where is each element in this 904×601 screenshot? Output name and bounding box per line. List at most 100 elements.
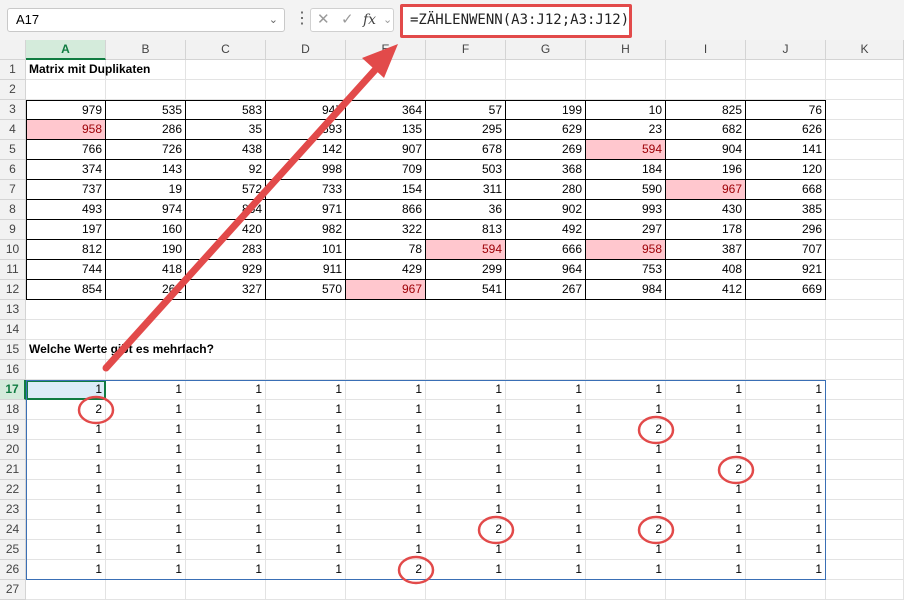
cell[interactable] [826, 280, 904, 300]
count-cell[interactable]: 1 [666, 540, 746, 560]
count-cell[interactable]: 1 [106, 460, 186, 480]
cell[interactable] [426, 360, 506, 380]
matrix-cell[interactable]: 142 [266, 140, 346, 160]
cell[interactable] [826, 340, 904, 360]
cell[interactable] [26, 320, 106, 340]
row-header-9[interactable]: 9 [0, 220, 26, 240]
count-cell[interactable]: 1 [26, 520, 106, 540]
matrix-cell[interactable]: 590 [586, 180, 666, 200]
cancel-icon[interactable]: ✕ [317, 10, 330, 30]
row-header-5[interactable]: 5 [0, 140, 26, 160]
row-header-7[interactable]: 7 [0, 180, 26, 200]
matrix-cell[interactable]: 57 [426, 100, 506, 120]
cell[interactable] [106, 580, 186, 600]
row-header-25[interactable]: 25 [0, 540, 26, 560]
cell[interactable] [746, 360, 826, 380]
matrix-cell[interactable]: 283 [186, 240, 266, 260]
cell[interactable] [666, 60, 746, 80]
cell[interactable] [506, 60, 586, 80]
row-header-16[interactable]: 16 [0, 360, 26, 380]
count-cell[interactable]: 1 [426, 500, 506, 520]
confirm-icon[interactable]: ✓ [341, 10, 354, 30]
matrix-cell[interactable]: 812 [26, 240, 106, 260]
count-cell[interactable]: 1 [186, 520, 266, 540]
cell[interactable] [826, 80, 904, 100]
count-cell[interactable]: 1 [346, 400, 426, 420]
count-cell[interactable]: 1 [106, 440, 186, 460]
row-header-4[interactable]: 4 [0, 120, 26, 140]
cell[interactable] [826, 220, 904, 240]
count-cell[interactable]: 1 [666, 420, 746, 440]
cell[interactable] [746, 580, 826, 600]
count-cell[interactable]: 1 [586, 540, 666, 560]
cell[interactable] [826, 380, 904, 400]
count-cell[interactable]: 1 [186, 420, 266, 440]
matrix-cell[interactable]: 921 [746, 260, 826, 280]
row-header-18[interactable]: 18 [0, 400, 26, 420]
count-cell[interactable]: 1 [186, 560, 266, 580]
matrix-cell[interactable]: 420 [186, 220, 266, 240]
count-cell[interactable]: 1 [746, 560, 826, 580]
matrix-cell[interactable]: 295 [426, 120, 506, 140]
cell[interactable] [26, 80, 106, 100]
cell[interactable] [826, 520, 904, 540]
cell[interactable] [266, 320, 346, 340]
count-cell[interactable]: 2 [586, 520, 666, 540]
chevron-down-icon[interactable]: ⌄ [269, 9, 278, 31]
cell[interactable] [426, 300, 506, 320]
row-header-12[interactable]: 12 [0, 280, 26, 300]
cell[interactable] [106, 300, 186, 320]
matrix-cell[interactable]: 947 [266, 100, 346, 120]
matrix-cell[interactable]: 864 [186, 200, 266, 220]
cell[interactable] [746, 320, 826, 340]
matrix-cell[interactable]: 36 [426, 200, 506, 220]
matrix-cell[interactable]: 583 [186, 100, 266, 120]
count-cell[interactable]: 1 [506, 480, 586, 500]
column-header-b[interactable]: B [106, 40, 186, 60]
cell[interactable] [826, 460, 904, 480]
cell[interactable] [586, 60, 666, 80]
count-cell[interactable]: 1 [346, 380, 426, 400]
count-cell[interactable]: 1 [346, 500, 426, 520]
row-header-24[interactable]: 24 [0, 520, 26, 540]
count-cell[interactable]: 1 [586, 400, 666, 420]
matrix-cell[interactable]: 993 [586, 200, 666, 220]
row-header-8[interactable]: 8 [0, 200, 26, 220]
matrix-cell[interactable]: 141 [746, 140, 826, 160]
matrix-cell[interactable]: 958 [586, 240, 666, 260]
count-cell[interactable]: 1 [106, 500, 186, 520]
count-cell[interactable]: 1 [106, 480, 186, 500]
matrix-cell[interactable]: 10 [586, 100, 666, 120]
count-cell[interactable]: 1 [426, 380, 506, 400]
cell[interactable] [586, 80, 666, 100]
count-cell[interactable]: 2 [426, 520, 506, 540]
matrix-cell[interactable]: 907 [346, 140, 426, 160]
cell[interactable] [826, 360, 904, 380]
matrix-cell[interactable]: 267 [506, 280, 586, 300]
cell[interactable] [506, 80, 586, 100]
cell[interactable] [666, 340, 746, 360]
cell[interactable] [506, 360, 586, 380]
matrix-cell[interactable]: 904 [666, 140, 746, 160]
matrix-cell[interactable]: 311 [426, 180, 506, 200]
matrix-cell[interactable]: 493 [26, 200, 106, 220]
matrix-cell[interactable]: 296 [746, 220, 826, 240]
matrix-cell[interactable]: 429 [346, 260, 426, 280]
count-cell[interactable]: 1 [106, 520, 186, 540]
more-options-icon[interactable]: ⋮ [294, 9, 310, 29]
count-cell[interactable]: 1 [586, 560, 666, 580]
matrix-cell[interactable]: 594 [586, 140, 666, 160]
cell[interactable] [426, 340, 506, 360]
matrix-cell[interactable]: 19 [106, 180, 186, 200]
cell[interactable] [106, 60, 186, 80]
matrix-cell[interactable]: 23 [586, 120, 666, 140]
count-cell[interactable]: 1 [346, 440, 426, 460]
cell[interactable] [266, 300, 346, 320]
cell[interactable] [746, 80, 826, 100]
cell[interactable] [826, 540, 904, 560]
cell[interactable] [186, 580, 266, 600]
row-header-3[interactable]: 3 [0, 100, 26, 120]
cell[interactable] [186, 80, 266, 100]
column-header-k[interactable]: K [826, 40, 904, 60]
matrix-cell[interactable]: 135 [346, 120, 426, 140]
